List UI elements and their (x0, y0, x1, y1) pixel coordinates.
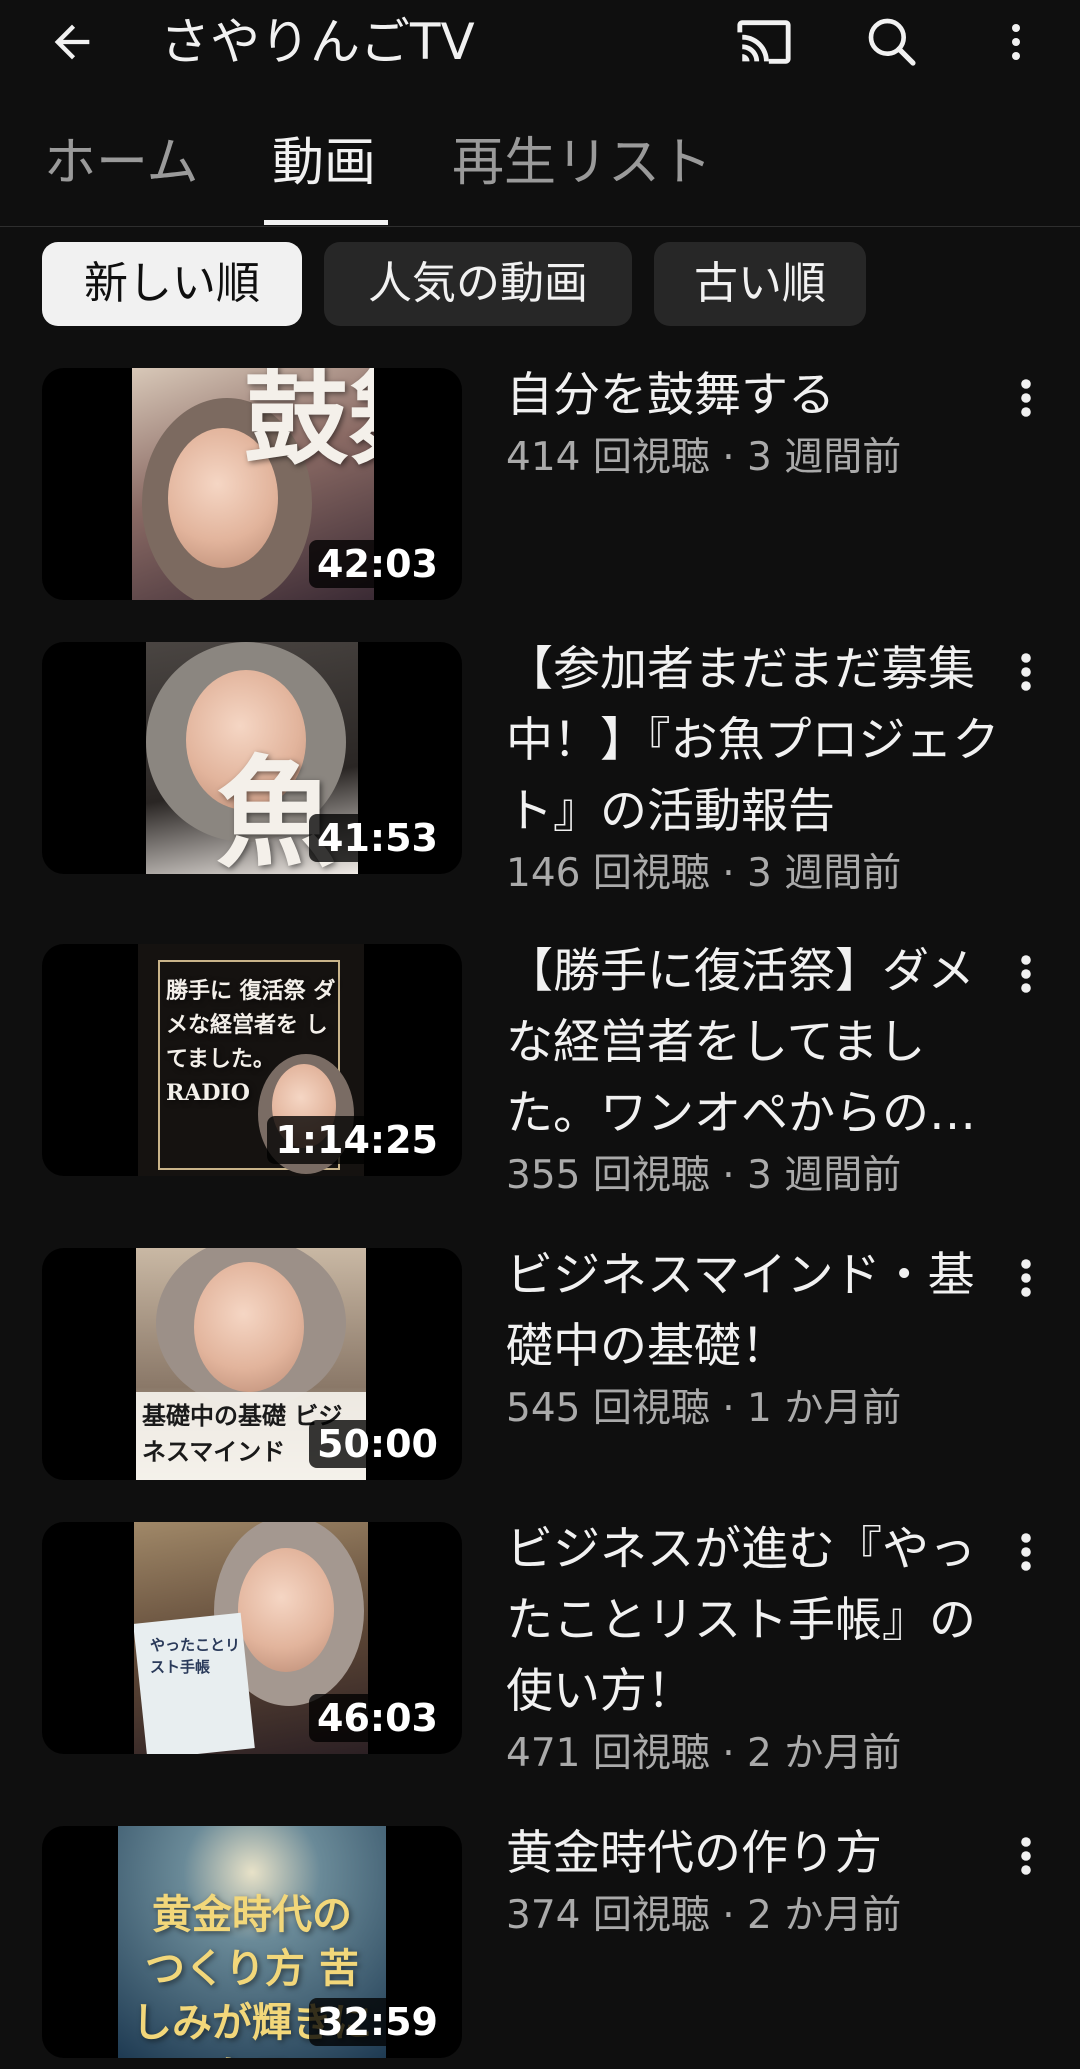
video-info: ビジネスが進む『やったことリスト手帳』の使い方！ 471 回視聴 · 2 か月前 (506, 1522, 1000, 1781)
more-vert-icon (1021, 653, 1031, 691)
more-vert-icon (1021, 955, 1031, 993)
search-button[interactable] (860, 10, 924, 74)
video-thumbnail[interactable]: 魚 41:53 (42, 642, 462, 874)
video-title[interactable]: 【勝手に復活祭】ダメな経営者をしてました。ワンオペからの… (506, 936, 1000, 1149)
active-tab-indicator (264, 220, 388, 225)
video-metadata: 146 回視聴 · 3 週間前 (506, 851, 902, 896)
cast-button[interactable] (732, 10, 796, 74)
tab-home[interactable]: ホーム (44, 128, 198, 198)
duration-badge: 1:14:25 (267, 1116, 446, 1164)
sort-chips: 新しい順 人気の動画 古い順 (0, 242, 1080, 328)
search-icon (868, 18, 916, 66)
overflow-menu-button[interactable] (984, 10, 1048, 74)
duration-badge: 50:00 (309, 1420, 446, 1468)
video-info: 自分を鼓舞する 414 回視聴 · 3 週間前 (506, 368, 1000, 485)
video-title[interactable]: 黄金時代の作り方 (506, 1818, 1000, 1889)
video-title[interactable]: 【参加者まだまだ募集中！】『お魚プロジェクト』の活動報告 (506, 634, 1000, 847)
chip-oldest[interactable]: 古い順 (654, 242, 866, 326)
thumbnail-caption: 勝手に 復活祭 ダメな経営者を してました。 RADIO (166, 978, 336, 1106)
video-info: 【勝手に復活祭】ダメな経営者をしてました。ワンオペからの… 355 回視聴 · … (506, 944, 1000, 1203)
duration-badge: 41:53 (309, 814, 446, 862)
video-menu-button[interactable] (1006, 1826, 1046, 1886)
video-metadata: 355 回視聴 · 3 週間前 (506, 1153, 902, 1198)
video-thumbnail[interactable]: 基礎中の基礎 ビジネスマインド 50:00 (42, 1248, 462, 1480)
tab-videos[interactable]: 動画 (272, 128, 376, 198)
cast-icon (737, 20, 791, 64)
duration-badge: 42:03 (309, 540, 446, 588)
chip-newest[interactable]: 新しい順 (42, 242, 302, 326)
back-arrow-icon (54, 24, 90, 60)
more-vert-icon (1021, 1837, 1031, 1875)
video-title[interactable]: ビジネスマインド・基礎中の基礎！ (506, 1240, 1000, 1382)
duration-badge: 32:59 (309, 1998, 446, 2046)
video-menu-button[interactable] (1006, 1522, 1046, 1582)
video-thumbnail[interactable]: 黄金時代の つくり方 苦しみが輝きになる 32:59 (42, 1826, 462, 2058)
back-button[interactable] (40, 10, 104, 74)
video-menu-button[interactable] (1006, 642, 1046, 702)
video-thumbnail[interactable]: 鼓舞 42:03 (42, 368, 462, 600)
video-metadata: 414 回視聴 · 3 週間前 (506, 435, 902, 480)
chip-popular[interactable]: 人気の動画 (324, 242, 632, 326)
video-metadata: 471 回視聴 · 2 か月前 (506, 1731, 902, 1776)
video-thumbnail[interactable]: やったことリスト手帳 46:03 (42, 1522, 462, 1754)
more-vert-icon (1021, 379, 1031, 417)
video-thumbnail[interactable]: 勝手に 復活祭 ダメな経営者を してました。 RADIO 1:14:25 (42, 944, 462, 1176)
video-info: ビジネスマインド・基礎中の基礎！ 545 回視聴 · 1 か月前 (506, 1248, 1000, 1436)
thumbnail-caption: やったことリスト手帳 (150, 1636, 241, 1676)
video-info: 【参加者まだまだ募集中！】『お魚プロジェクト』の活動報告 146 回視聴 · 3… (506, 642, 1000, 901)
more-vert-icon (1012, 24, 1020, 60)
more-vert-icon (1021, 1259, 1031, 1297)
thumbnail-caption: 鼓舞 (244, 368, 374, 479)
video-metadata: 374 回視聴 · 2 か月前 (506, 1893, 902, 1938)
video-info: 黄金時代の作り方 374 回視聴 · 2 か月前 (506, 1826, 1000, 1943)
video-metadata: 545 回視聴 · 1 か月前 (506, 1386, 902, 1431)
video-title[interactable]: 自分を鼓舞する (506, 360, 1000, 431)
video-title[interactable]: ビジネスが進む『やったことリスト手帳』の使い方！ (506, 1514, 1000, 1727)
video-menu-button[interactable] (1006, 368, 1046, 428)
duration-badge: 46:03 (309, 1694, 446, 1742)
channel-tabs: ホーム 動画 再生リスト (0, 110, 1080, 227)
channel-title: さやりんごTV (160, 13, 475, 71)
tab-playlists[interactable]: 再生リスト (452, 128, 712, 198)
more-vert-icon (1021, 1533, 1031, 1571)
video-menu-button[interactable] (1006, 944, 1046, 1004)
video-menu-button[interactable] (1006, 1248, 1046, 1308)
top-app-bar: さやりんごTV (0, 0, 1080, 84)
